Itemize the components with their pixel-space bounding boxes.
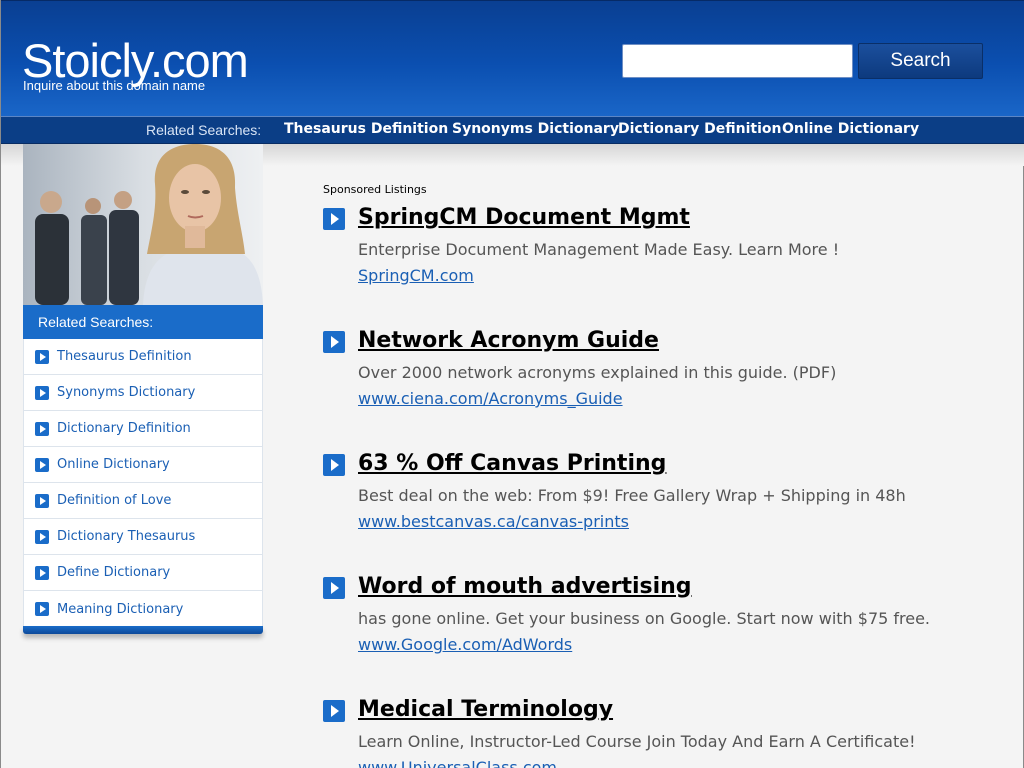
listing-url-link[interactable]: SpringCM.com	[358, 266, 474, 285]
arrow-right-icon[interactable]	[323, 577, 345, 599]
sidebar-item-dictionary-thesaurus[interactable]: Dictionary Thesaurus	[24, 519, 262, 555]
listing-url-link[interactable]: www.ciena.com/Acronyms_Guide	[358, 389, 623, 408]
top-link-dictionary-definition[interactable]: Dictionary Definition	[618, 121, 781, 137]
sidebar-heading: Related Searches:	[23, 305, 263, 339]
header: Stoicly.com Inquire about this domain na…	[1, 0, 1024, 116]
top-link-synonyms-dictionary[interactable]: Synonyms Dictionary	[452, 121, 619, 137]
listing-title-link[interactable]: Network Acronym Guide	[358, 328, 659, 353]
arrow-right-icon	[35, 565, 49, 580]
listing-description: Enterprise Document Management Made Easy…	[358, 240, 840, 259]
business-people-photo	[23, 144, 263, 305]
sidebar-item-online-dictionary[interactable]: Online Dictionary	[24, 447, 262, 483]
search-button[interactable]: Search	[858, 43, 983, 79]
arrow-right-icon[interactable]	[323, 454, 345, 476]
arrow-right-icon	[35, 493, 49, 508]
listing-title-link[interactable]: SpringCM Document Mgmt	[358, 205, 690, 230]
listing-title-link[interactable]: Medical Terminology	[358, 697, 613, 722]
listing-description: Best deal on the web: From $9! Free Gall…	[358, 486, 906, 505]
arrow-right-icon	[35, 529, 49, 544]
sponsored-listings-label: Sponsored Listings	[323, 183, 427, 196]
sidebar-item-label: Dictionary Definition	[57, 421, 191, 436]
arrow-right-icon	[35, 349, 49, 364]
listing-title-link[interactable]: Word of mouth advertising	[358, 574, 692, 599]
top-related-searches-bar: Related Searches: Thesaurus Definition S…	[1, 116, 1024, 144]
listing-url-link[interactable]: www.bestcanvas.ca/canvas-prints	[358, 512, 629, 531]
sidebar-item-label: Thesaurus Definition	[57, 349, 192, 364]
arrow-right-icon	[35, 385, 49, 400]
sidebar-item-label: Meaning Dictionary	[57, 601, 184, 617]
sidebar-item-define-dictionary[interactable]: Define Dictionary	[24, 555, 262, 591]
arrow-right-icon[interactable]	[323, 700, 345, 722]
sidebar-item-label: Definition of Love	[57, 493, 172, 508]
sidebar-item-label: Define Dictionary	[57, 565, 171, 580]
top-link-online-dictionary[interactable]: Online Dictionary	[782, 121, 919, 137]
top-link-thesaurus-definition[interactable]: Thesaurus Definition	[284, 121, 448, 137]
arrow-right-icon	[35, 421, 49, 436]
listing-url-link[interactable]: www.Google.com/AdWords	[358, 635, 572, 654]
sidebar-item-thesaurus-definition[interactable]: Thesaurus Definition	[24, 339, 262, 375]
sidebar-related-list: Thesaurus Definition Synonyms Dictionary…	[23, 339, 263, 627]
sidebar-item-meaning-dictionary[interactable]: Meaning Dictionary	[24, 591, 262, 627]
arrow-right-icon	[35, 602, 49, 616]
arrow-right-icon	[35, 457, 49, 472]
listing-title-link[interactable]: 63 % Off Canvas Printing	[358, 451, 666, 476]
listing-url-link[interactable]: www.UniversalClass.com	[358, 758, 557, 768]
arrow-right-icon[interactable]	[323, 331, 345, 353]
sidebar-item-dictionary-definition[interactable]: Dictionary Definition	[24, 411, 262, 447]
listing: Medical Terminology Learn Online, Instru…	[323, 697, 1013, 768]
arrow-right-icon[interactable]	[323, 208, 345, 230]
search-input[interactable]	[622, 44, 853, 78]
sidebar-item-label: Online Dictionary	[57, 457, 170, 472]
top-related-searches-label: Related Searches:	[146, 122, 262, 138]
listing-description: Over 2000 network acronyms explained in …	[358, 363, 837, 382]
sidebar-item-synonyms-dictionary[interactable]: Synonyms Dictionary	[24, 375, 262, 411]
domain-inquiry-link[interactable]: Inquire about this domain name	[23, 78, 205, 94]
listing-description: Learn Online, Instructor-Led Course Join…	[358, 732, 916, 751]
sidebar-footer-bar	[23, 626, 263, 634]
sidebar-item-definition-of-love[interactable]: Definition of Love	[24, 483, 262, 519]
listing-description: has gone online. Get your business on Go…	[358, 609, 931, 628]
sidebar-item-label: Synonyms Dictionary	[57, 385, 196, 400]
sidebar-item-label: Dictionary Thesaurus	[57, 529, 196, 544]
